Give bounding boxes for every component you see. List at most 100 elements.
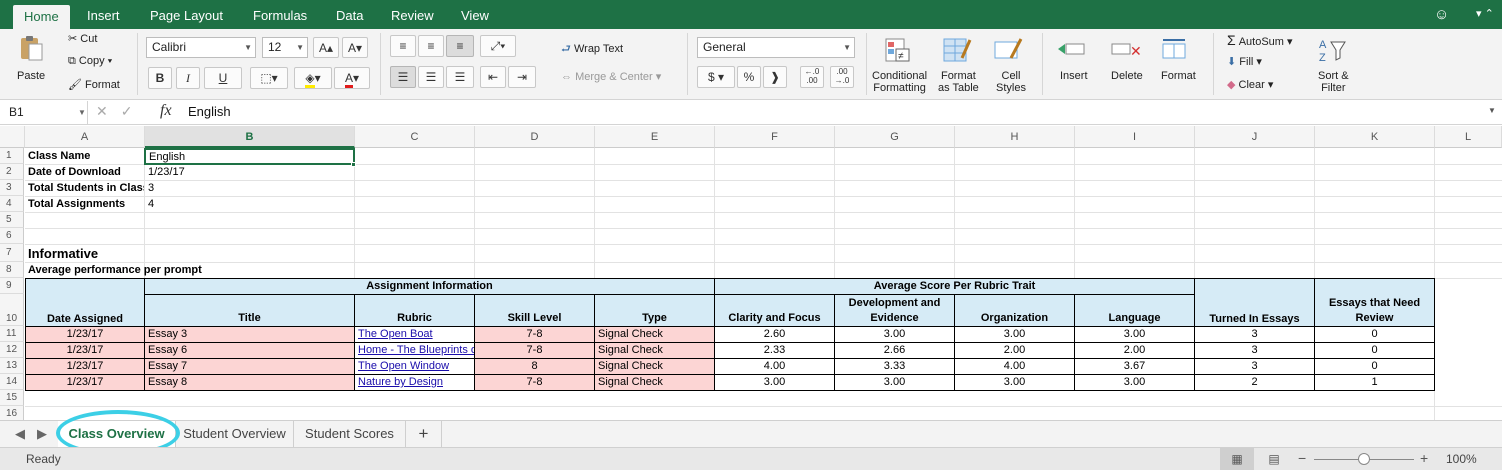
column-header[interactable]: L <box>1435 126 1502 148</box>
confirm-icon[interactable]: ✓ <box>121 103 146 119</box>
date-cell[interactable]: 1/23/17 <box>25 374 145 391</box>
clarity-cell[interactable]: 3.00 <box>714 374 835 391</box>
tab-formulas[interactable]: Formulas <box>251 4 309 29</box>
rubric-link[interactable]: The Open Window <box>354 358 475 375</box>
column-header[interactable]: G <box>835 126 955 148</box>
row-header[interactable]: 10 <box>0 294 24 326</box>
formula-input[interactable]: English <box>188 104 231 119</box>
align-center-button[interactable]: ☰ <box>418 66 444 88</box>
merge-center-button[interactable]: ⇔ Merge & Center ▾ <box>561 70 661 83</box>
title-cell[interactable]: Essay 7 <box>144 358 355 375</box>
title-cell[interactable]: Essay 3 <box>144 326 355 343</box>
row-header[interactable]: 1 <box>0 148 24 164</box>
row-header[interactable]: 11 <box>0 326 24 342</box>
need-review-cell[interactable]: 0 <box>1314 342 1435 359</box>
fill-button[interactable]: ⬇ Fill ▾ <box>1227 55 1262 68</box>
date-cell[interactable]: 1/23/17 <box>25 358 145 375</box>
scroll-tabs-right-icon[interactable]: ▶ <box>32 421 52 447</box>
organization-cell[interactable]: 3.00 <box>954 326 1075 343</box>
increase-font-button[interactable]: A▴ <box>313 37 339 58</box>
clarity-cell[interactable]: 2.60 <box>714 326 835 343</box>
number-format-select[interactable]: General ▼ <box>697 37 855 58</box>
column-header[interactable]: H <box>955 126 1075 148</box>
tab-review[interactable]: Review <box>389 4 436 29</box>
rubric-link[interactable]: Nature by Design <box>354 374 475 391</box>
clarity-cell[interactable]: 2.33 <box>714 342 835 359</box>
font-size-select[interactable]: 12 ▼ <box>262 37 308 58</box>
column-header[interactable]: E <box>595 126 715 148</box>
type-cell[interactable]: Signal Check <box>594 342 715 359</box>
zoom-level[interactable]: 100% <box>1446 452 1477 466</box>
row-header[interactable]: 13 <box>0 358 24 374</box>
column-header[interactable]: A <box>25 126 145 148</box>
tab-page-layout[interactable]: Page Layout <box>148 4 225 29</box>
language-cell[interactable]: 3.00 <box>1074 374 1195 391</box>
expand-formula-bar-icon[interactable]: ▼ <box>1488 106 1496 115</box>
add-sheet-button[interactable]: + <box>406 421 442 447</box>
organization-cell[interactable]: 3.00 <box>954 374 1075 391</box>
rubric-link-text[interactable]: The Open Window <box>358 360 449 372</box>
development-cell[interactable]: 2.66 <box>834 342 955 359</box>
selected-cell-b1[interactable]: English <box>144 148 355 165</box>
assignments-value[interactable]: 4 <box>145 197 354 212</box>
scroll-tabs-left-icon[interactable]: ◀ <box>10 421 30 447</box>
align-bottom-button[interactable]: ≡ <box>446 35 474 57</box>
normal-view-icon[interactable]: ▦ <box>1220 448 1254 470</box>
development-cell[interactable]: 3.00 <box>834 374 955 391</box>
format-painter-button[interactable]: 🖌 Format <box>68 78 120 91</box>
borders-button[interactable]: ⬚▾ <box>250 67 288 89</box>
development-cell[interactable]: 3.33 <box>834 358 955 375</box>
skill-cell[interactable]: 7-8 <box>474 326 595 343</box>
sheet-tab-student-scores[interactable]: Student Scores <box>294 421 406 447</box>
zoom-in-icon[interactable]: + <box>1420 450 1428 466</box>
row-header[interactable]: 3 <box>0 180 24 196</box>
date-value[interactable]: 1/23/17 <box>145 165 354 180</box>
increase-decimal-button[interactable]: ←.0 .00 <box>800 66 824 88</box>
type-cell[interactable]: Signal Check <box>594 374 715 391</box>
italic-button[interactable]: I <box>176 67 200 89</box>
row-header[interactable]: 16 <box>0 406 24 420</box>
row-header[interactable]: 12 <box>0 342 24 358</box>
row-header[interactable]: 14 <box>0 374 24 390</box>
need-review-cell[interactable]: 0 <box>1314 326 1435 343</box>
select-all-corner[interactable] <box>0 126 25 148</box>
decrease-decimal-button[interactable]: .00 →.0 <box>830 66 854 88</box>
need-review-cell[interactable]: 1 <box>1314 374 1435 391</box>
page-layout-view-icon[interactable]: ▤ <box>1262 448 1286 470</box>
organization-cell[interactable]: 2.00 <box>954 342 1075 359</box>
tab-view[interactable]: View <box>459 4 491 29</box>
rubric-link-text[interactable]: The Open Boat <box>358 328 433 340</box>
name-box[interactable]: B1 <box>0 101 88 124</box>
zoom-slider-handle[interactable] <box>1358 453 1370 465</box>
row-header[interactable]: 6 <box>0 228 24 244</box>
row-header[interactable]: 15 <box>0 390 24 406</box>
row-header[interactable]: 2 <box>0 164 24 180</box>
type-cell[interactable]: Signal Check <box>594 358 715 375</box>
skill-cell[interactable]: 7-8 <box>474 374 595 391</box>
type-cell[interactable]: Signal Check <box>594 326 715 343</box>
rubric-link[interactable]: The Open Boat <box>354 326 475 343</box>
need-review-cell[interactable]: 0 <box>1314 358 1435 375</box>
align-top-button[interactable]: ≡ <box>390 35 416 57</box>
column-header[interactable]: B <box>145 126 355 148</box>
tab-insert[interactable]: Insert <box>85 4 122 29</box>
orientation-button[interactable]: ⤢▾ <box>480 35 516 57</box>
turned-in-cell[interactable]: 2 <box>1194 374 1315 391</box>
students-value[interactable]: 3 <box>145 181 354 196</box>
align-right-button[interactable]: ☰ <box>446 66 474 88</box>
decrease-font-button[interactable]: A▾ <box>342 37 368 58</box>
date-cell[interactable]: 1/23/17 <box>25 326 145 343</box>
zoom-out-icon[interactable]: − <box>1298 450 1306 466</box>
column-header[interactable]: I <box>1075 126 1195 148</box>
date-cell[interactable]: 1/23/17 <box>25 342 145 359</box>
wrap-text-button[interactable]: ⮐ Wrap Text <box>561 40 623 59</box>
tab-home[interactable]: Home <box>13 5 70 29</box>
row-header[interactable]: 5 <box>0 212 24 228</box>
decrease-indent-button[interactable]: ⇤ <box>480 66 506 88</box>
insert-function-button[interactable]: fx <box>160 102 172 120</box>
align-left-button[interactable]: ☰ <box>390 66 416 88</box>
fill-color-button[interactable]: ◈▾ <box>294 67 332 89</box>
title-cell[interactable]: Essay 6 <box>144 342 355 359</box>
language-cell[interactable]: 3.67 <box>1074 358 1195 375</box>
row-header[interactable]: 4 <box>0 196 24 212</box>
